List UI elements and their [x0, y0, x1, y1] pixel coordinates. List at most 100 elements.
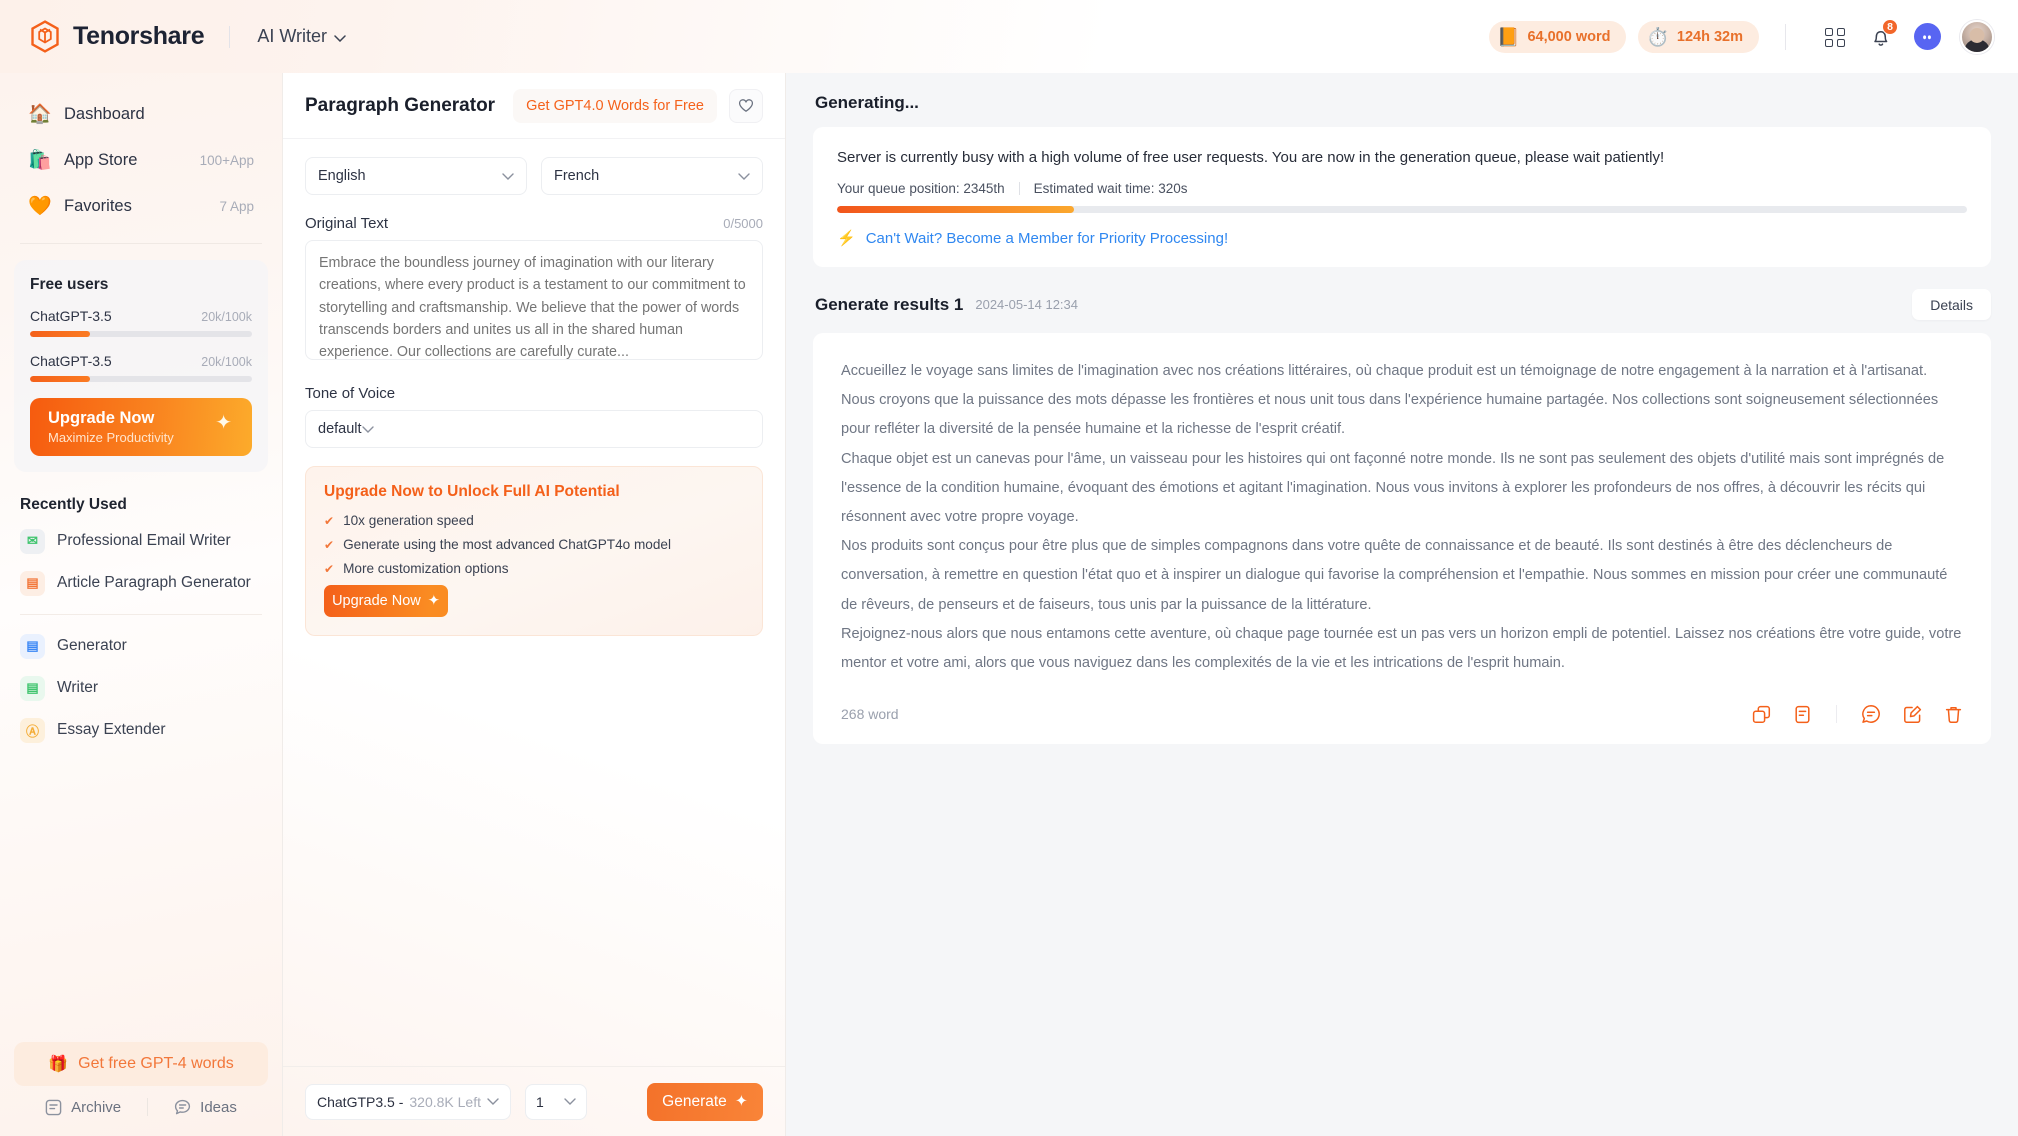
- original-text-label: Original Text: [305, 215, 389, 232]
- queue-progress-bar: [837, 206, 1967, 213]
- paragraph-generator-icon: ▤: [20, 570, 45, 596]
- sidebar-bottom: 🎁 Get free GPT-4 words Archive Ideas: [0, 1042, 282, 1136]
- target-language-select[interactable]: French: [541, 157, 763, 195]
- check-icon: ✔: [324, 513, 335, 528]
- sparkle-icon: ✦: [734, 1093, 748, 1110]
- generating-title: Generating...: [815, 93, 919, 112]
- sidebar-item-meta: 100+App: [199, 152, 254, 168]
- sidebar-item-app-store[interactable]: 🛍️ App Store 100+App: [14, 137, 268, 183]
- result-timestamp: 2024-05-14 12:34: [975, 297, 1079, 312]
- recent-item-professional-email-writer[interactable]: ✉ Professional Email Writer: [14, 520, 268, 562]
- usage-model-name: ChatGPT-3.5: [30, 308, 112, 324]
- sidebar-item-dashboard[interactable]: 🏠 Dashboard: [14, 91, 268, 137]
- stopwatch-icon: ⏱️: [1646, 26, 1669, 47]
- promo-upgrade-button[interactable]: Upgrade Now ✦: [324, 585, 448, 617]
- upgrade-now-button[interactable]: Upgrade Now Maximize Productivity ✦: [30, 398, 252, 456]
- usage-model-value: 20k/100k: [201, 355, 252, 369]
- word-balance-label: 64,000 word: [1527, 28, 1611, 45]
- recent-item-essay-extender[interactable]: Ⓐ Essay Extender: [14, 709, 268, 751]
- edit-icon[interactable]: [1903, 705, 1922, 724]
- ideas-button[interactable]: Ideas: [148, 1099, 263, 1116]
- time-balance-pill[interactable]: ⏱️ 124h 32m: [1638, 20, 1759, 53]
- recent-item-article-paragraph-generator[interactable]: ▤ Article Paragraph Generator: [14, 562, 268, 604]
- model-select[interactable]: ChatGTP3.5 - 320.8K Left: [305, 1083, 511, 1120]
- recent-item-writer[interactable]: ▤ Writer: [14, 667, 268, 709]
- promo-upgrade-label: Upgrade Now: [332, 593, 421, 609]
- promo-bullet-label: Generate using the most advanced ChatGPT…: [343, 537, 672, 552]
- promo-bullet-label: 10x generation speed: [343, 513, 474, 528]
- results-panel: Generating... Server is currently busy w…: [786, 73, 2018, 1136]
- result-paragraph: Chaque objet est un canevas pour l'âme, …: [841, 450, 1945, 525]
- queue-meta: Your queue position: 2345th Estimated wa…: [837, 181, 1967, 196]
- sidebar: 🏠 Dashboard 🛍️ App Store 100+App 🧡 Favor…: [0, 73, 283, 1136]
- chevron-down-icon: [334, 26, 346, 47]
- archive-button[interactable]: Archive: [19, 1099, 147, 1116]
- email-writer-icon: ✉: [20, 528, 45, 554]
- writer-icon: ▤: [20, 675, 45, 701]
- usage-row: ChatGPT-3.5 20k/100k: [30, 353, 252, 369]
- heart-icon: 🧡: [28, 195, 52, 217]
- gift-icon: 🎁: [48, 1056, 69, 1073]
- check-icon: ✔: [324, 537, 335, 552]
- delete-icon[interactable]: [1944, 705, 1963, 724]
- result-actions: [1752, 704, 1963, 724]
- source-language-select[interactable]: English: [305, 157, 527, 195]
- upgrade-subtitle: Maximize Productivity: [48, 430, 174, 446]
- target-language-value: French: [554, 168, 600, 184]
- result-count-value: 1: [536, 1093, 544, 1110]
- discord-icon[interactable]: [1910, 20, 1944, 54]
- estimated-wait: Estimated wait time: 320s: [1033, 181, 1188, 196]
- recent-item-label: Generator: [57, 637, 127, 654]
- become-member-link[interactable]: ⚡ Can't Wait? Become a Member for Priori…: [837, 229, 1967, 248]
- app-switcher[interactable]: AI Writer: [257, 26, 346, 47]
- tone-of-voice-label: Tone of Voice: [305, 385, 396, 402]
- tone-label-row: Tone of Voice: [305, 385, 763, 402]
- notifications-bell-icon[interactable]: 8: [1864, 18, 1898, 54]
- model-name: ChatGTP3.5 -: [317, 1093, 404, 1110]
- details-button[interactable]: Details: [1912, 289, 1991, 320]
- time-balance-label: 124h 32m: [1676, 28, 1743, 45]
- archive-icon: [45, 1099, 62, 1116]
- copy-icon[interactable]: [1752, 705, 1771, 724]
- comment-icon[interactable]: [1861, 704, 1881, 724]
- usage-model-value: 20k/100k: [201, 310, 252, 324]
- brand-divider: [229, 25, 231, 48]
- favorite-button[interactable]: [729, 88, 763, 123]
- original-text-label-row: Original Text 0/5000: [305, 215, 763, 232]
- avatar[interactable]: [1960, 19, 1994, 54]
- tone-of-voice-value: default: [318, 421, 362, 437]
- result-count-select[interactable]: 1: [525, 1083, 587, 1120]
- generate-button[interactable]: Generate ✦: [647, 1082, 763, 1121]
- result-paragraph: Nos produits sont conçus pour être plus …: [841, 538, 1948, 613]
- result-card: Accueillez le voyage sans limites de l'i…: [813, 333, 1991, 745]
- ideas-icon: [174, 1099, 191, 1116]
- usage-progress-bar: [30, 331, 252, 337]
- recent-item-label: Essay Extender: [57, 721, 166, 738]
- page-title: Paragraph Generator: [305, 94, 496, 116]
- summarize-icon[interactable]: [1793, 705, 1812, 724]
- get-free-gpt4-words-button[interactable]: 🎁 Get free GPT-4 words: [14, 1042, 268, 1086]
- top-bar: Tenorshare AI Writer 📙 64,000 word ⏱️ 12…: [0, 0, 2018, 73]
- queue-position: Your queue position: 2345th: [837, 181, 1005, 196]
- upgrade-title: Upgrade Now: [48, 408, 155, 427]
- chevron-down-icon: [487, 1098, 499, 1105]
- char-counter: 0/5000: [723, 216, 763, 231]
- recently-used-title: Recently Used: [20, 496, 127, 513]
- heart-outline-icon: [738, 98, 754, 113]
- apps-grid-icon[interactable]: [1818, 20, 1852, 54]
- recent-divider: [20, 614, 262, 615]
- sidebar-item-favorites[interactable]: 🧡 Favorites 7 App: [14, 183, 268, 229]
- promo-title: Upgrade Now to Unlock Full AI Potential: [324, 483, 620, 500]
- promo-bullet: ✔ Generate using the most advanced ChatG…: [324, 537, 744, 552]
- recent-item-generator[interactable]: ▤ Generator: [14, 625, 268, 667]
- result-footer: 268 word: [841, 692, 1963, 744]
- queue-card: Server is currently busy with a high vol…: [813, 127, 1991, 267]
- word-balance-pill[interactable]: 📙 64,000 word: [1489, 20, 1627, 53]
- tenorshare-logo-icon: [30, 20, 60, 53]
- get-gpt4-words-button[interactable]: Get GPT4.0 Words for Free: [513, 88, 717, 123]
- sidebar-footer: Archive Ideas: [14, 1098, 268, 1122]
- original-text-input[interactable]: [305, 240, 763, 360]
- tool-panel: Paragraph Generator Get GPT4.0 Words for…: [283, 73, 786, 1136]
- book-icon: 📙: [1497, 26, 1520, 47]
- tone-of-voice-select[interactable]: default: [305, 410, 763, 448]
